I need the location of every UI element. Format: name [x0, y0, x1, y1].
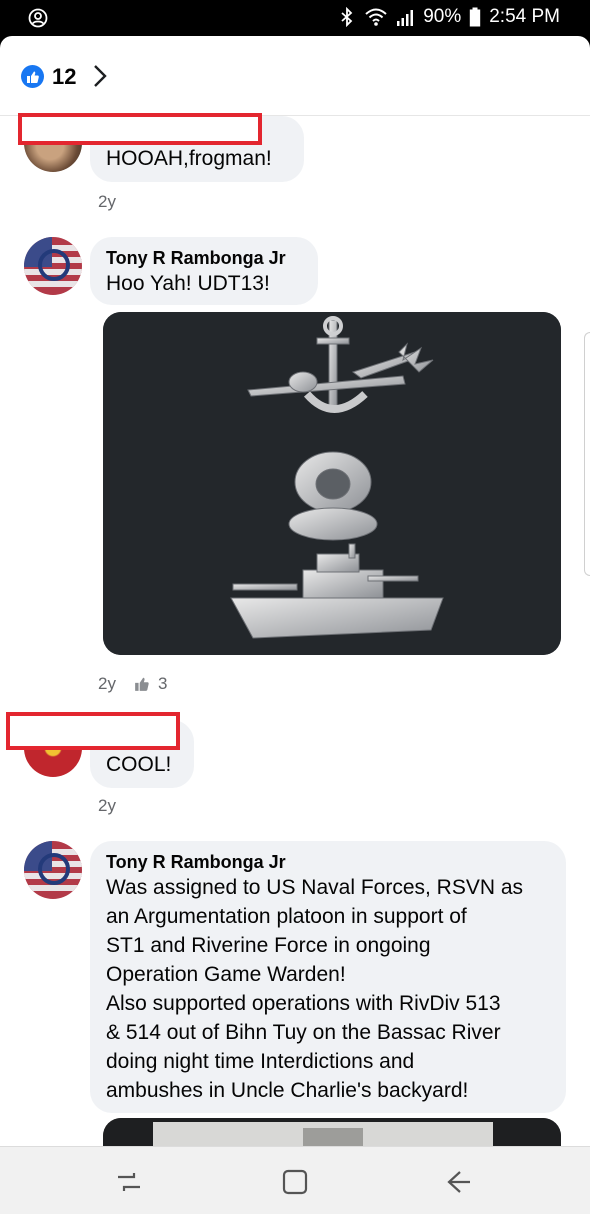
avatar[interactable] — [24, 841, 82, 899]
comment-meta: 2y 3 — [98, 674, 167, 694]
comment-line: & 514 out of Bihn Tuy on the Bassac Rive… — [106, 1021, 501, 1044]
thumbs-up-icon — [21, 65, 44, 88]
comment-meta: 2y — [98, 796, 116, 816]
recent-apps-icon[interactable] — [112, 1165, 146, 1199]
redacted-name — [18, 113, 262, 145]
comment-likes[interactable]: 3 — [134, 674, 167, 694]
comment-author[interactable]: Tony R Rambonga Jr — [106, 247, 302, 269]
comment-author[interactable]: Tony R Rambonga Jr — [106, 851, 550, 873]
battery-percent: 90% — [423, 6, 462, 27]
comment-text: Hoo Yah! UDT13! — [106, 272, 270, 295]
comment-line: Also supported operations with RivDiv 51… — [106, 992, 501, 1015]
comment-text: COOL! — [106, 753, 172, 776]
thumbs-up-icon — [135, 677, 149, 691]
back-icon[interactable] — [442, 1165, 476, 1199]
comment-bubble: Tony R Rambonga Jr Hoo Yah! UDT13! — [90, 237, 318, 305]
chevron-right-icon[interactable] — [90, 62, 110, 90]
status-bar: 90% 2:54 PM — [0, 0, 590, 36]
reactions-bar[interactable]: 12 — [0, 36, 590, 116]
avatar[interactable] — [24, 237, 82, 295]
navigation-bar — [0, 1146, 590, 1214]
comment-photo[interactable] — [103, 312, 561, 655]
comment-line: an Argumentation platoon in support of — [106, 905, 467, 928]
battery-icon — [470, 7, 481, 27]
comment-photo[interactable] — [103, 1118, 561, 1146]
clock: 2:54 PM — [489, 6, 560, 27]
comment-time[interactable]: 2y — [98, 796, 116, 816]
wifi-icon — [365, 8, 387, 26]
scroll-indicator — [584, 332, 590, 576]
comment-time[interactable]: 2y — [98, 674, 116, 694]
comment-meta: 2y — [98, 192, 116, 212]
comment-line: Was assigned to US Naval Forces, RSVN as — [106, 876, 524, 899]
like-count: 3 — [157, 674, 168, 693]
account-circle-icon — [28, 8, 48, 28]
reaction-count: 12 — [52, 64, 77, 89]
signal-icon — [397, 10, 414, 26]
comment-text: HOOAH,frogman! — [106, 147, 272, 170]
comment-line: ST1 and Riverine Force in ongoing — [106, 934, 431, 957]
bluetooth-icon — [341, 7, 353, 27]
comment-line: ambushes in Uncle Charlie's backyard! — [106, 1079, 469, 1102]
comment-line: Operation Game Warden! — [106, 963, 346, 986]
redacted-name — [6, 712, 180, 750]
comment-time[interactable]: 2y — [98, 192, 116, 212]
comments-sheet: 12 HOOAH,frogman! 2y Tony R Rambonga Jr … — [0, 36, 590, 1146]
comment-bubble: Tony R Rambonga Jr Was assigned to US Na… — [90, 841, 566, 1113]
home-icon[interactable] — [278, 1165, 312, 1199]
comment-line: doing night time Interdictions and — [106, 1050, 415, 1073]
